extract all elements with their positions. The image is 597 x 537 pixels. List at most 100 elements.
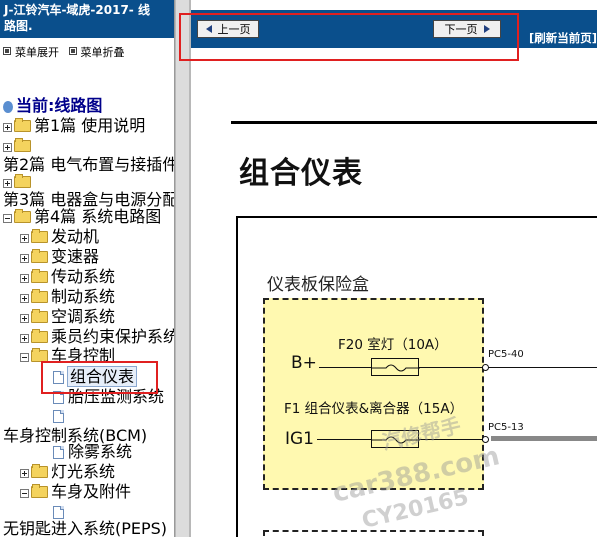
fusebox-label: 仪表板保险盒 xyxy=(267,275,369,295)
content-pane: 上一页 下一页 [刷新当前页] 组合仪表 仪表板保险盒 F20 室灯（10A） … xyxy=(191,0,597,537)
page-icon xyxy=(53,391,64,404)
page-icon xyxy=(53,506,64,519)
folder-icon xyxy=(14,118,31,132)
fuse1-pin: B+ xyxy=(291,353,317,373)
tree-item-label: 车身及附件 xyxy=(51,482,132,501)
refresh-page-link[interactable]: [刷新当前页] xyxy=(529,30,597,46)
folder-icon xyxy=(31,249,48,263)
tree-item-transmission[interactable]: 变速器 xyxy=(20,247,99,267)
tree-item-body-accessories[interactable]: 车身及附件 xyxy=(20,482,131,502)
tree-item-drivetrain[interactable]: 传动系统 xyxy=(20,267,115,287)
tree-item-bcm-node[interactable] xyxy=(53,406,68,426)
tree-item-restraint[interactable]: 乘员约束保护系统 xyxy=(20,327,175,347)
tree-item-brakes[interactable]: 制动系统 xyxy=(20,287,115,307)
expand-menu-label: 菜单展开 xyxy=(15,46,59,59)
folder-icon xyxy=(31,229,48,243)
tree-item-lighting[interactable]: 灯光系统 xyxy=(20,462,115,482)
prev-page-label: 上一页 xyxy=(217,23,251,36)
tree-item-label: 传动系统 xyxy=(51,267,116,286)
globe-icon xyxy=(3,101,13,113)
expand-toggle-icon[interactable] xyxy=(3,179,12,188)
tree-item-ch1[interactable]: 第1篇 使用说明 xyxy=(3,116,145,136)
folder-open-icon xyxy=(31,348,48,362)
tree-item-ac[interactable]: 空调系统 xyxy=(20,307,115,327)
arrow-right-icon xyxy=(483,25,490,33)
title-rule xyxy=(231,121,597,124)
expand-toggle-icon[interactable] xyxy=(3,123,12,132)
expand-toggle-icon[interactable] xyxy=(20,314,29,323)
tree-item-ch2-node[interactable] xyxy=(3,136,34,156)
tree-item-label: 车身控制 xyxy=(51,346,116,365)
tree-item-tpms[interactable]: 胎压监测系统 xyxy=(53,387,164,407)
expand-toggle-icon[interactable] xyxy=(20,234,29,243)
app-title-line1: J-江铃汽车-域虎-2017- 线 xyxy=(4,3,150,17)
fuse2-pin: IG1 xyxy=(285,429,315,449)
folder-open-icon xyxy=(14,209,31,223)
tree-item-label: 发动机 xyxy=(51,227,100,246)
wire-thick xyxy=(491,436,597,441)
tree-scrollbar[interactable] xyxy=(175,0,191,537)
app-title: J-江铃汽车-域虎-2017- 线 路图. xyxy=(0,0,174,38)
tree-item-label: 空调系统 xyxy=(51,307,116,326)
expand-toggle-icon[interactable] xyxy=(3,143,12,152)
expand-toggle-icon[interactable] xyxy=(20,294,29,303)
tree-item-label: 制动系统 xyxy=(51,287,116,306)
folder-icon xyxy=(31,329,48,343)
tree-item-peps[interactable]: 无钥匙进入系统(PEPS) xyxy=(3,519,167,537)
tree-item-defog[interactable]: 除雾系统 xyxy=(53,442,132,462)
tree-item-label: 灯光系统 xyxy=(51,462,116,481)
tree-item-label: 胎压监测系统 xyxy=(68,387,165,406)
fuse-icon xyxy=(371,430,420,448)
expand-menu-button[interactable]: 菜单展开 xyxy=(3,46,59,59)
prev-page-button[interactable]: 上一页 xyxy=(197,20,259,38)
tree-item-engine[interactable]: 发动机 xyxy=(20,227,99,247)
page-icon xyxy=(53,446,64,459)
arrow-left-icon xyxy=(205,25,212,33)
tree-item-ch4[interactable]: 第4篇 系统电路图 xyxy=(3,207,161,227)
folder-open-icon xyxy=(31,484,48,498)
tree-item-label: 变速器 xyxy=(51,247,100,266)
expand-toggle-icon[interactable] xyxy=(20,274,29,283)
collapse-menu-label: 菜单折叠 xyxy=(80,46,125,59)
folder-icon xyxy=(14,174,31,188)
collapse-menu-button[interactable]: 菜单折叠 xyxy=(68,46,125,59)
fuse-icon xyxy=(371,358,420,376)
folder-icon xyxy=(31,464,48,478)
folder-icon xyxy=(14,138,31,152)
tree-pane: J-江铃汽车-域虎-2017- 线 路图. 菜单展开 菜单折叠 当前:线路图 第… xyxy=(0,0,175,537)
wire xyxy=(317,439,371,440)
collapse-icon xyxy=(68,47,77,55)
document-title: 组合仪表 xyxy=(239,156,363,191)
expand-icon xyxy=(3,47,11,55)
collapse-toggle-icon[interactable] xyxy=(20,353,29,362)
menu-bar: 菜单展开 菜单折叠 xyxy=(0,38,174,64)
next-page-button[interactable]: 下一页 xyxy=(433,20,501,38)
page-icon xyxy=(53,371,64,384)
tree-item-instrument-cluster[interactable]: 组合仪表 xyxy=(53,366,138,387)
tree-item-label: 组合仪表 xyxy=(66,366,138,387)
wire xyxy=(419,367,483,368)
expand-toggle-icon[interactable] xyxy=(20,334,29,343)
next-page-label: 下一页 xyxy=(444,23,478,36)
scrollbar-thumb[interactable] xyxy=(176,0,189,537)
expand-toggle-icon[interactable] xyxy=(20,469,29,478)
collapse-toggle-icon[interactable] xyxy=(3,214,12,223)
tree-current: 当前:线路图 xyxy=(3,96,102,116)
tree-item-ch3-node[interactable] xyxy=(3,172,34,192)
folder-icon xyxy=(31,269,48,283)
fuse1-label: F20 室灯（10A） xyxy=(338,337,448,353)
tree-current-label: 当前:线路图 xyxy=(16,96,103,115)
tree-item-label: 无钥匙进入系统(PEPS) xyxy=(3,519,168,537)
folder-icon xyxy=(31,309,48,323)
tree-item-label: 乘员约束保护系统 xyxy=(51,327,175,346)
connector-label: PC5-40 xyxy=(488,349,524,360)
fusebox-2 xyxy=(263,530,484,537)
collapse-toggle-icon[interactable] xyxy=(20,489,29,498)
app-title-line2: 路图. xyxy=(4,19,33,33)
wire xyxy=(419,439,483,440)
expand-toggle-icon[interactable] xyxy=(20,254,29,263)
wire xyxy=(319,367,371,368)
tree-item-body-control[interactable]: 车身控制 xyxy=(20,346,115,366)
tree-item-label: 第1篇 使用说明 xyxy=(34,116,146,135)
connector-dot xyxy=(482,436,489,443)
